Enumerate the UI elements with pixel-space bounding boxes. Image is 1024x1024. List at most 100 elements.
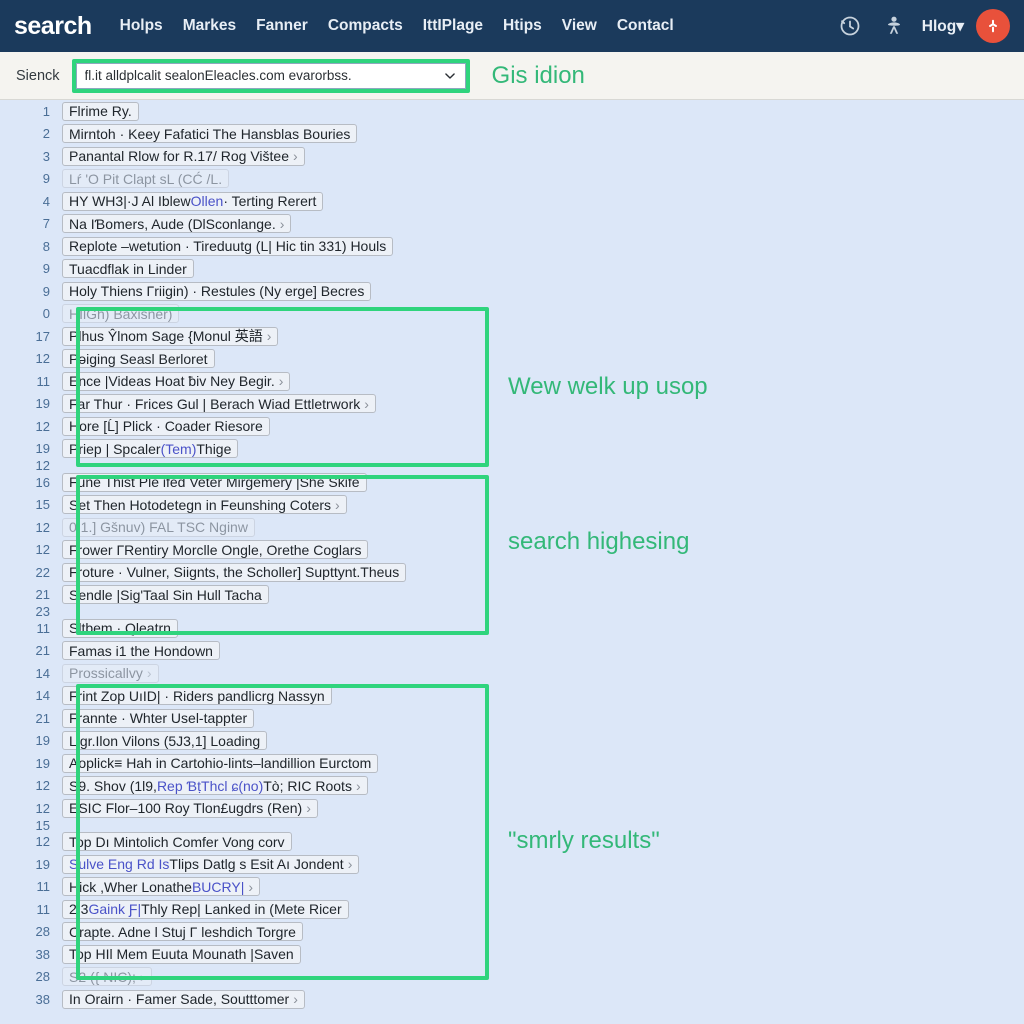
result-chip-text: S2 ({ NIC); <box>69 968 136 985</box>
chevron-down-icon: ▾ <box>956 17 964 35</box>
result-chip[interactable]: HY WH3|·J Al Iblew Ollen · Terting Rerer… <box>62 191 324 211</box>
result-chip[interactable]: Plhus Ŷlnom Sage {Monul 英語 › <box>62 326 279 346</box>
row-number: 11 <box>36 373 51 389</box>
result-chip-text: HIlGh) Baxisner) <box>69 305 173 322</box>
result-chip-text: Pəiging Seasl Berloret <box>69 350 208 367</box>
result-chip[interactable]: Panantal Rlow for R.17/ Rog Vištee › <box>62 146 305 166</box>
result-chip[interactable]: ESIC Flor–100 Roy Tlon£ugdrs (Ren) › <box>62 798 318 818</box>
result-chip-link[interactable]: (Tem) <box>161 441 197 457</box>
result-chip-text: Top HIl Mem Euuta Mounath |Saven <box>69 946 294 963</box>
row-number: 28 <box>35 969 50 985</box>
result-row: 21 Sendle |SigʹTaal Sin Hull Tacha <box>0 584 1024 607</box>
result-chip-link[interactable]: Ollen <box>191 193 224 209</box>
result-chip[interactable]: Top HIl Mem Euuta Mounath |Saven <box>62 944 301 964</box>
result-chip[interactable]: Ence |Videas Hoat ƀiv Ney Begir. › <box>62 371 291 391</box>
result-chip[interactable]: Na IƁomers, Aude (DlSconlange. › <box>62 214 292 234</box>
result-chip[interactable]: Sulve Eng Rd Is Tlips Datlg s Esit Aı Jo… <box>62 854 360 874</box>
result-chip-text: Froture · Vulner, Siignts, the Scholler]… <box>69 564 400 581</box>
result-chip[interactable]: Replote –wetution · Tireduutg (L| Hic ti… <box>62 236 394 256</box>
result-chip[interactable]: Lŕ ʹO Pit Clapt ѕL (CĆ /L. <box>62 169 230 189</box>
nav-item-fanner[interactable]: Fanner <box>256 17 308 35</box>
nav-item-compacts[interactable]: Compacts <box>328 17 403 35</box>
result-row: 7 Na IƁomers, Aude (DlSconlange. › <box>0 213 1024 236</box>
result-row: 12 Pəiging Seasl Berloret <box>0 348 1024 371</box>
result-chip-text: Crapte. Adne l Stuј Γ leshdich Torgre <box>69 923 296 940</box>
row-number: 22 <box>35 564 50 580</box>
result-chip-text: Sendle |SigʹTaal Sin Hull Tacha <box>69 586 262 603</box>
result-chip-text: Ence |Videas Hoat ƀiv Ney Begir. <box>69 373 275 390</box>
result-chip[interactable]: Holy Thiens Γriigin) · Restules (Ny erge… <box>62 281 372 301</box>
result-chip[interactable]: Flrime Ry. <box>62 101 139 121</box>
result-chip[interactable]: Pəiging Seasl Berloret <box>62 349 215 369</box>
result-chip[interactable]: Sendle |SigʹTaal Sin Hull Tacha <box>62 585 269 605</box>
row-number: 19 <box>35 396 50 412</box>
result-row: 19 Aoplick≡ Hah in Cartohio-lints–landill… <box>0 752 1024 775</box>
result-row: 28 Crapte. Adne l Stuј Γ leshdich Torgre <box>0 921 1024 944</box>
row-number: 9 <box>42 171 50 187</box>
result-list[interactable]: 1 Flrime Ry. 2 Mirntoh · Keey Fafatici The … <box>0 100 1024 1024</box>
chevron-right-icon: › <box>279 215 285 232</box>
result-chip-text: Holy Thiens Γriigin) · Restules (Ny erge… <box>69 283 365 300</box>
account-menu-button[interactable]: Hlog▾ <box>922 17 964 36</box>
brand-logo[interactable]: search <box>14 12 92 41</box>
result-row: 28 S2 ({ NIC); › <box>0 966 1024 989</box>
result-chip[interactable]: Ligr.Ilon Vilons (5J3,1] Loading <box>62 731 268 751</box>
result-row: 14 Frint Zop UıID| · Riders pandlicrg Nas… <box>0 685 1024 708</box>
result-chip[interactable]: 2.3 Gaink Ƒ| Thly Rep| Lanked in (Mete R… <box>62 899 349 919</box>
result-chip[interactable]: Crapte. Adne l Stuј Γ leshdich Torgre <box>62 922 303 942</box>
result-chip-link[interactable]: Sulve Eng Rd Is <box>69 856 169 872</box>
result-chip[interactable]: Fune Thist Ple ifed Veter Mirgemery |She… <box>62 472 367 492</box>
chevron-right-icon: › <box>278 373 284 390</box>
nav-item-holps[interactable]: Holps <box>120 17 163 35</box>
result-chip-text: HY WH3|·J Al Iblew <box>69 193 191 210</box>
result-chip[interactable]: S2 ({ NIC); › <box>62 967 152 987</box>
row-number: 15 <box>35 497 50 513</box>
result-chip[interactable]: Far Thur · Frices Gul | Berach Wiad Ettl… <box>62 394 376 414</box>
nav-item-ittiplage[interactable]: IttIPlage <box>423 17 483 35</box>
result-chip[interactable]: Top Dı Mintolich Comfer Vong corv <box>62 832 292 852</box>
result-chip[interactable]: Priep | Spcaler (Tem) Thige <box>62 439 239 459</box>
result-chip[interactable]: Aoplick≡ Hah in Cartohio-lints–landillio… <box>62 753 379 773</box>
result-chip[interactable]: Hore [Ĺ] Plick · Coader Riesore <box>62 416 270 436</box>
result-chip-text: 2.3 <box>69 901 89 918</box>
result-row: 11 Hick ,Wher Lonathe BUCRY| › <box>0 876 1024 899</box>
nav-item-htips[interactable]: Htips <box>503 17 542 35</box>
result-chip[interactable]: Mirntoh · Keey Fafatici The Hansblas Bou… <box>62 124 358 144</box>
result-chip[interactable]: Tuacdflak in Linder <box>62 259 194 279</box>
result-row: 12 S9. Shov (1l9, Rep ƁṭThcl ɕ(no) Tò; RI… <box>0 775 1024 798</box>
result-chip[interactable]: Prossicallvy › <box>62 663 159 683</box>
result-chip[interactable]: Hick ,Wher Lonathe BUCRY| › <box>62 877 261 897</box>
result-chip[interactable]: Froture · Vulner, Siignts, the Scholler]… <box>62 562 407 582</box>
result-chip[interactable]: Set Then Hotodetegn in Feunshing Coters › <box>62 495 347 515</box>
result-chip[interactable]: Sltbem · Qleatrn <box>62 618 178 638</box>
result-chip[interactable]: Famas i1 the Hondown <box>62 641 220 661</box>
result-chip[interactable]: Frint Zop UıID| · Riders pandlicrg Nassy… <box>62 686 332 706</box>
result-chip[interactable]: HIlGh) Baxisner) <box>62 304 180 324</box>
avatar[interactable] <box>976 9 1010 43</box>
person-icon[interactable] <box>881 13 907 39</box>
result-chip-link[interactable]: BUCRY| <box>192 879 244 895</box>
result-chip[interactable]: Frower ΓRentiry Morclle Ongle, Orethe Co… <box>62 540 369 560</box>
result-chip-text-tail: Thly Rep| Lanked in (Mete Ricer <box>141 901 342 918</box>
row-number: 14 <box>35 665 50 681</box>
result-chip[interactable]: In Orairn · Famer Sade, Soutttomer › <box>62 989 305 1009</box>
nav-item-view[interactable]: View <box>562 17 597 35</box>
result-chip-text: ESIC Flor–100 Roy Tlon£ugdrs (Ren) <box>69 800 303 817</box>
chevron-right-icon: › <box>306 800 311 817</box>
row-number: 1 <box>42 103 50 119</box>
result-chip-text: 0.1.] Gšnuv) FAL TSC Nginw <box>69 519 248 536</box>
history-icon[interactable] <box>837 13 863 39</box>
result-chip-text: Tuacdflak in Linder <box>69 260 187 277</box>
result-chip[interactable]: S9. Shov (1l9, Rep ƁṭThcl ɕ(no) Tò; RIC … <box>62 776 368 796</box>
nav-item-contacl[interactable]: Contacl <box>617 17 674 35</box>
result-row: 16 Fune Thist Ple ifed Veter Mirgemery |S… <box>0 471 1024 494</box>
result-chip[interactable]: Frannte · Whter Usel-tappter <box>62 708 255 728</box>
result-chip-link[interactable]: Rep ƁṭThcl ɕ(no) <box>157 778 263 794</box>
search-select[interactable]: fl.it alldplcalit sealonEleacles.com eva… <box>75 62 466 89</box>
result-chip-link[interactable]: Gaink Ƒ| <box>88 901 141 917</box>
result-chip-text: Top Dı Mintolich Comfer Vong corv <box>69 833 285 850</box>
result-chip-text: Frint Zop UıID| · Riders pandlicrg Nassy… <box>69 687 325 704</box>
nav-item-markes[interactable]: Markes <box>183 17 236 35</box>
row-number: 38 <box>35 946 50 962</box>
result-chip[interactable]: 0.1.] Gšnuv) FAL TSC Nginw <box>62 517 255 537</box>
